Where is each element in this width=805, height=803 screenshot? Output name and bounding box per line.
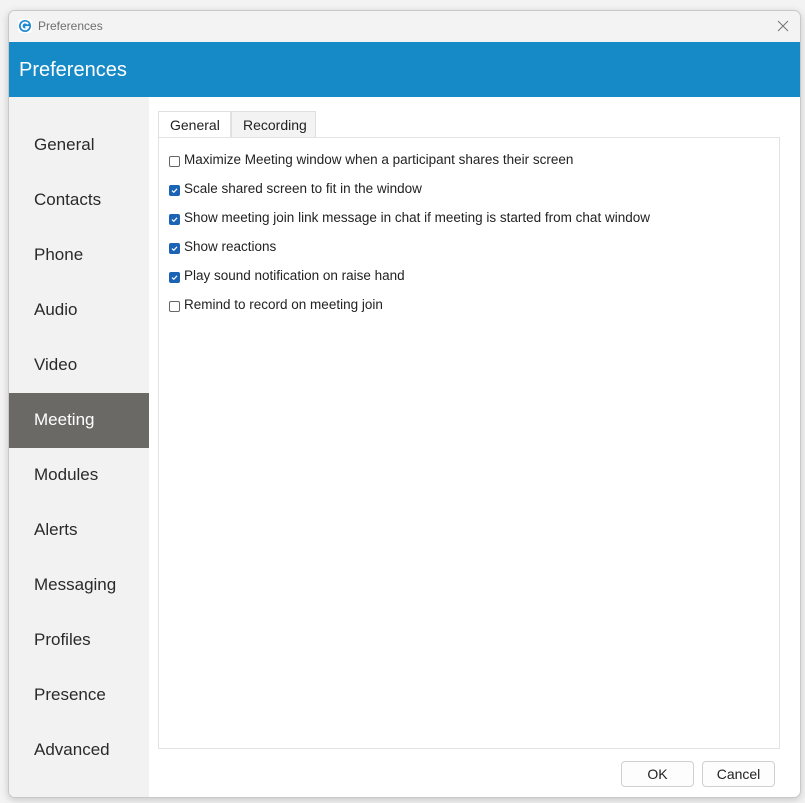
checkbox[interactable] [169, 301, 180, 312]
sidebar-item-general[interactable]: General [9, 118, 149, 173]
page-title: Preferences [19, 59, 127, 81]
checkbox[interactable] [169, 185, 180, 196]
checkbox[interactable] [169, 272, 180, 283]
title-bar: Preferences [9, 11, 800, 42]
sidebar-item-label: Presence [34, 685, 106, 704]
app-logo-icon [18, 19, 32, 33]
sidebar-item-label: Modules [34, 465, 99, 484]
sidebar-item-meeting[interactable]: Meeting [9, 393, 149, 448]
sidebar-item-advanced[interactable]: Advanced [9, 723, 149, 778]
checkmark-icon [171, 275, 178, 281]
option-label: Maximize Meeting window when a participa… [184, 152, 574, 167]
sidebar-item-messaging[interactable]: Messaging [9, 558, 149, 613]
sidebar-item-profiles[interactable]: Profiles [9, 613, 149, 668]
settings-panel: Maximize Meeting window when a participa… [158, 137, 780, 749]
sidebar-item-audio[interactable]: Audio [9, 283, 149, 338]
window-title: Preferences [38, 19, 103, 33]
tab-recording[interactable]: Recording [231, 111, 316, 137]
sidebar-item-presence[interactable]: Presence [9, 668, 149, 723]
close-button[interactable] [774, 17, 792, 35]
option-label: Show reactions [184, 239, 277, 254]
option-label: Play sound notification on raise hand [184, 268, 405, 283]
checkbox[interactable] [169, 214, 180, 225]
option-label: Show meeting join link message in chat i… [184, 210, 650, 225]
sidebar-item-label: Alerts [34, 520, 78, 539]
sidebar-item-label: Meeting [34, 410, 95, 429]
checkmark-icon [171, 188, 178, 194]
sidebar-item-label: Contacts [34, 190, 102, 209]
cancel-button[interactable]: Cancel [702, 761, 775, 787]
checkbox[interactable] [169, 243, 180, 254]
sidebar-item-contacts[interactable]: Contacts [9, 173, 149, 228]
checkmark-icon [171, 246, 178, 252]
option-label: Scale shared screen to fit in the window [184, 181, 422, 196]
tab-general[interactable]: General [158, 111, 231, 139]
sidebar-item-label: Audio [34, 300, 78, 319]
checkmark-icon [171, 217, 178, 223]
sidebar-item-label: Phone [34, 245, 84, 264]
sidebar-item-alerts[interactable]: Alerts [9, 503, 149, 558]
sidebar-item-label: Profiles [34, 630, 91, 649]
option-label: Remind to record on meeting join [184, 297, 383, 312]
sidebar-item-label: Advanced [34, 740, 110, 759]
tab-label: Recording [243, 117, 307, 133]
preferences-window: Preferences Preferences General Contacts P… [8, 10, 801, 798]
sidebar-item-video[interactable]: Video [9, 338, 149, 393]
checkbox[interactable] [169, 156, 180, 167]
sidebar-item-label: General [34, 135, 95, 154]
tab-label: General [170, 117, 220, 133]
sidebar: General Contacts Phone Audio Video Meeting Mod… [9, 97, 149, 797]
sidebar-item-label: Video [34, 355, 78, 374]
header-banner: Preferences [9, 42, 800, 97]
close-icon [777, 20, 789, 32]
sidebar-item-phone[interactable]: Phone [9, 228, 149, 283]
sidebar-item-modules[interactable]: Modules [9, 448, 149, 503]
ok-button[interactable]: OK [621, 761, 694, 787]
sidebar-item-label: Messaging [34, 575, 117, 594]
